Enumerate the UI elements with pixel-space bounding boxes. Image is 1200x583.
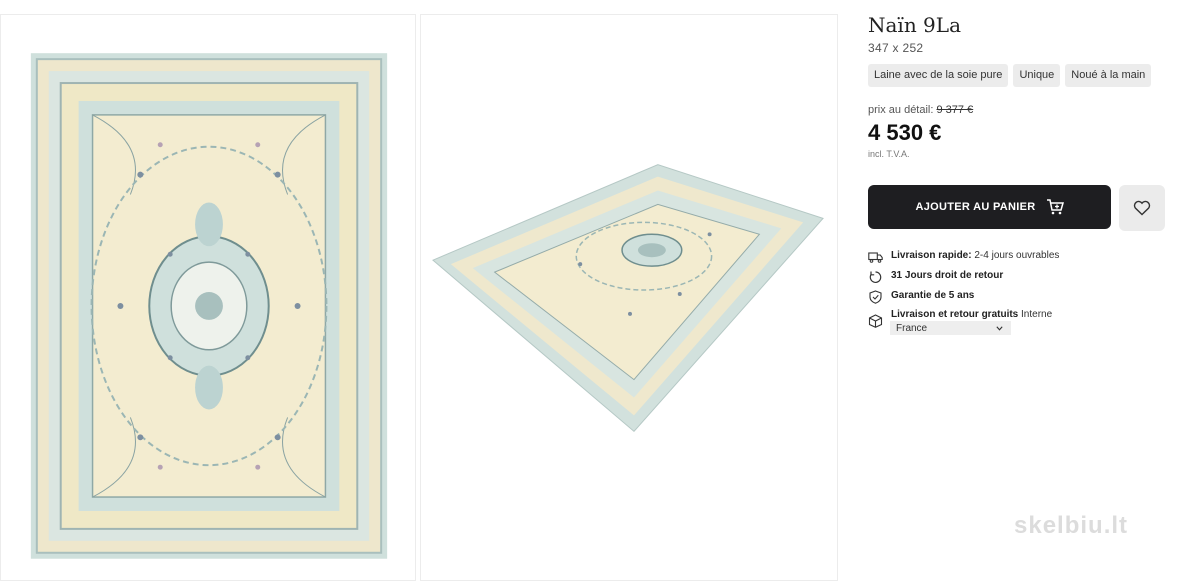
fast-delivery-value: 2-4 jours ouvrables (974, 250, 1060, 261)
shield-check-icon (869, 290, 882, 304)
retail-label: prix au détail: (868, 104, 934, 116)
product-gallery (0, 14, 842, 583)
perk-guarantee: Garantie de 5 ans (868, 290, 974, 304)
returns-label: 31 Jours droit de retour (891, 270, 1004, 281)
wishlist-button[interactable] (1119, 185, 1165, 231)
rug-perspective-view-illustration (432, 164, 824, 433)
country-select[interactable]: France (890, 321, 1011, 335)
product-tags: Laine avec de la soie pure Unique Noué à… (868, 64, 1152, 87)
watermark: skelbiu.lt (1014, 512, 1128, 540)
perk-returns: 31 Jours droit de retour (868, 270, 1003, 284)
vat-note: incl. T.V.A. (868, 149, 910, 159)
product-title: Naïn 9La (868, 13, 961, 37)
guarantee-label: Garantie de 5 ans (891, 290, 975, 301)
rug-image-top[interactable] (0, 14, 416, 581)
heart-icon (1133, 200, 1151, 216)
truck-icon (868, 252, 883, 263)
product-dimensions: 347 x 252 (868, 41, 924, 55)
free-shipping-value: Interne (1021, 309, 1053, 320)
cart-plus-icon (1046, 199, 1064, 215)
rug-top-view-illustration (30, 53, 388, 559)
add-to-cart-button[interactable]: AJOUTER AU PANIER (868, 185, 1111, 229)
tag-hand-knotted: Noué à la main (1065, 64, 1152, 87)
tag-material: Laine avec de la soie pure (868, 64, 1009, 87)
perk-fast-delivery: Livraison rapide: 2-4 jours ouvrables (868, 250, 1059, 264)
watermark-text: skelbiu.lt (1014, 512, 1129, 539)
free-shipping-label: Livraison et retour gratuits (891, 309, 1019, 320)
rug-image-perspective[interactable] (420, 14, 838, 581)
fast-delivery-label: Livraison rapide: (891, 250, 972, 261)
current-price: 4 530 € (868, 120, 942, 145)
tag-unique: Unique (1013, 64, 1061, 87)
chevron-down-icon (996, 325, 1003, 331)
retail-price: 9 377 € (936, 104, 974, 116)
retail-price-line: prix au détail: 9 377 € (868, 104, 973, 116)
return-clock-icon (869, 271, 882, 283)
country-selected-value: France (896, 322, 928, 334)
add-to-cart-label: AJOUTER AU PANIER (915, 201, 1036, 213)
package-icon (868, 314, 883, 328)
